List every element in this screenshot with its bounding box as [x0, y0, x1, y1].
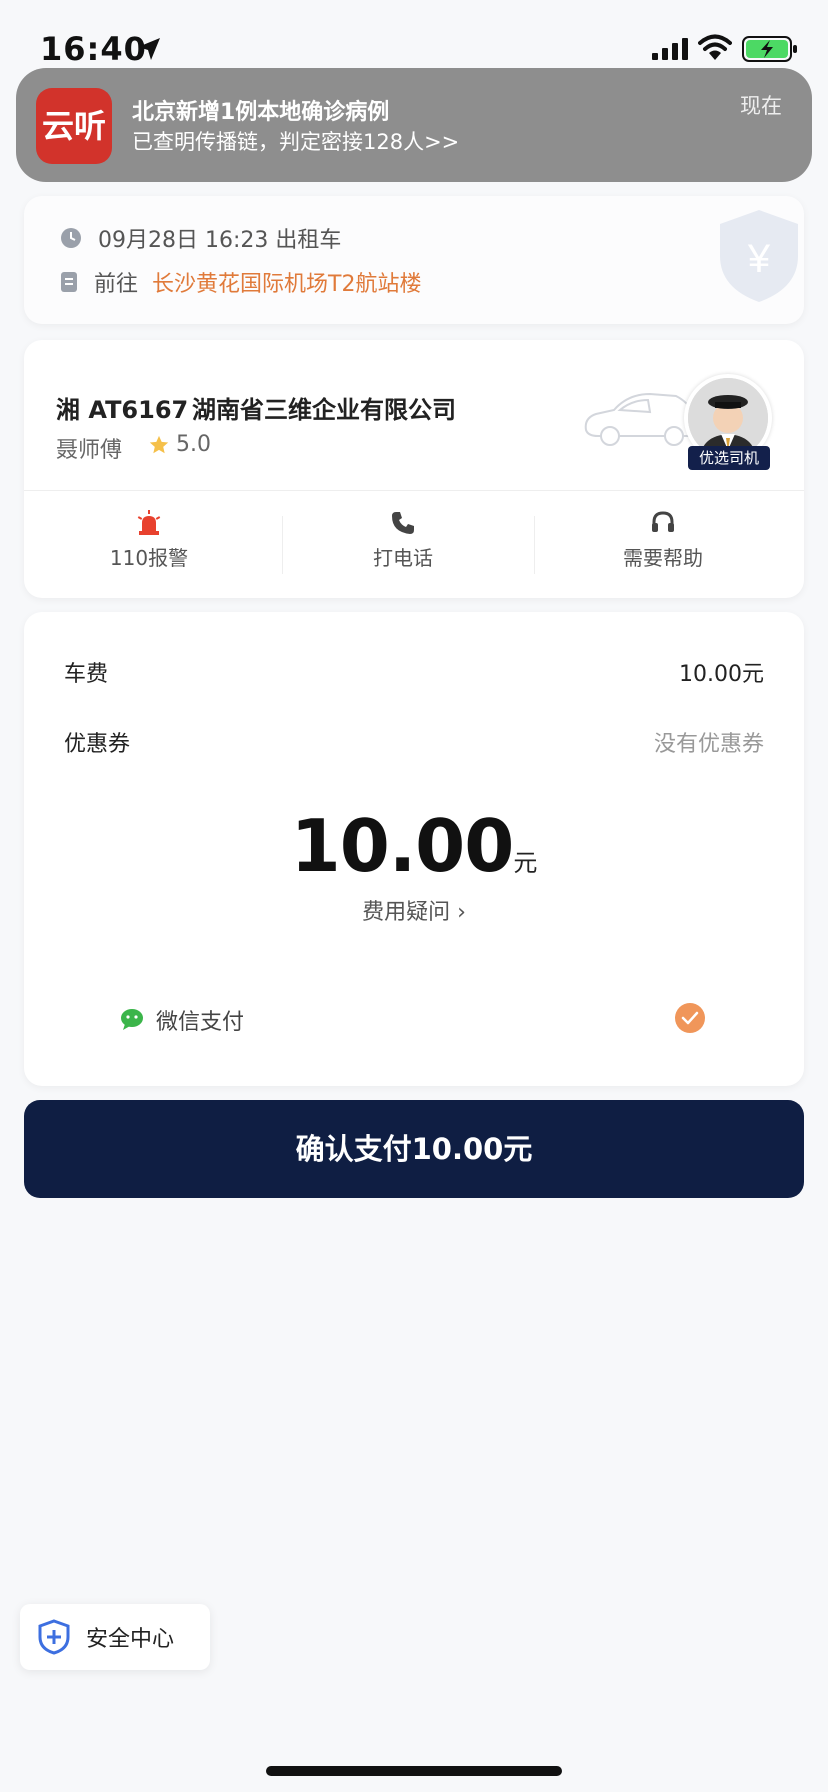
notification-body: 已查明传播链，判定密接128人>>: [132, 130, 460, 154]
destination-prefix: 前往: [94, 272, 139, 297]
amount-unit: 元: [513, 849, 538, 877]
call-police-button[interactable]: 110报警: [24, 510, 274, 571]
trip-datetime: 09月28日 16:23 出租车: [98, 228, 342, 253]
phone-icon: [392, 512, 414, 534]
safety-center-button[interactable]: 安全中心: [20, 1604, 210, 1670]
license-plate: 湘 AT6167: [56, 396, 189, 424]
wifi-icon: [698, 34, 732, 60]
notification-title: 北京新增1例本地确诊病例: [132, 100, 390, 125]
payment-method-label: 微信支付: [156, 1010, 245, 1035]
divider: [534, 516, 535, 574]
call-police-label: 110报警: [109, 546, 189, 570]
rating-value: 5.0: [176, 432, 211, 457]
preferred-driver-badge: 优选司机: [688, 446, 770, 470]
selected-check-icon[interactable]: [674, 1002, 706, 1034]
amount-number: 10.00: [290, 804, 515, 888]
trip-destination-row: 前往 长沙黄花国际机场T2航站楼: [60, 266, 421, 298]
car-illustration-icon: [584, 392, 698, 446]
coupon-selector[interactable]: 没有优惠券: [654, 726, 764, 758]
notification-banner[interactable]: 云听 北京新增1例本地确诊病例 已查明传播链，判定密接128人>> 现在: [16, 68, 812, 182]
trip-info-card: 09月28日 16:23 出租车 前往 长沙黄花国际机场T2航站楼 ¥: [24, 196, 804, 324]
fare-label: 车费: [64, 662, 109, 687]
call-driver-label: 打电话: [373, 546, 433, 570]
status-time: 16:40: [40, 30, 147, 68]
confirm-payment-button[interactable]: 确认支付10.00元: [24, 1100, 804, 1198]
shield-yuan-icon: ¥: [720, 210, 798, 302]
call-driver-button[interactable]: 打电话: [278, 510, 528, 571]
app-icon: 云听: [36, 88, 112, 164]
taxi-company: 湖南省三维企业有限公司: [192, 396, 456, 424]
driver-name: 聂师傅: [56, 438, 123, 463]
location-arrow-icon: [138, 38, 160, 60]
destination: 长沙黄花国际机场T2航站楼: [152, 272, 422, 297]
alarm-icon: [137, 510, 161, 535]
trip-datetime-row: 09月28日 16:23 出租车: [60, 222, 341, 254]
document-icon: [61, 272, 77, 292]
shield-plus-icon: [38, 1619, 70, 1655]
divider: [24, 490, 804, 491]
headset-icon: [652, 511, 674, 532]
payment-card: 车费 10.00元 优惠券 没有优惠券 10.00元 费用疑问 › 微信支付: [24, 612, 804, 1086]
battery-charging-icon: [742, 36, 797, 62]
wechat-icon: [121, 1009, 143, 1030]
driver-rating: 5.0: [148, 432, 211, 457]
notification-time: 现在: [740, 94, 782, 118]
shield-symbol: ¥: [747, 237, 771, 281]
fee-question-link[interactable]: 费用疑问 ›: [24, 894, 804, 926]
need-help-label: 需要帮助: [623, 546, 703, 570]
total-amount: 10.00元: [24, 804, 804, 888]
cellular-signal-icon: [652, 38, 688, 60]
home-indicator[interactable]: [266, 1766, 562, 1776]
star-icon: [149, 435, 169, 453]
fare-value: 10.00元: [679, 662, 764, 687]
clock-icon: [61, 228, 81, 248]
wechat-pay-option[interactable]: 微信支付: [120, 1004, 244, 1036]
driver-card: 湘 AT6167 湖南省三维企业有限公司 聂师傅 5.0 优选司机 110报警 …: [24, 340, 804, 598]
safety-center-label: 安全中心: [86, 1627, 175, 1652]
coupon-label: 优惠券: [64, 732, 131, 757]
need-help-button[interactable]: 需要帮助: [538, 510, 788, 571]
